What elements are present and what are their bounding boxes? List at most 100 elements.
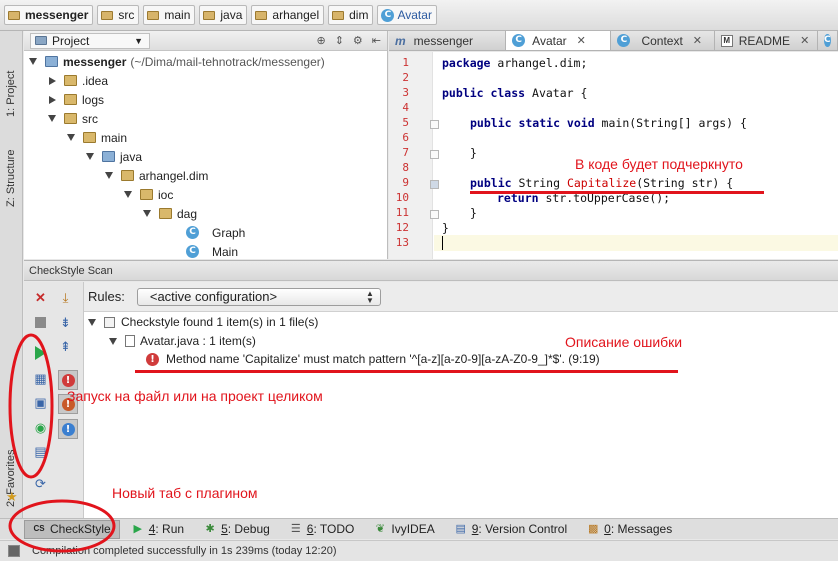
breadcrumb-label: main bbox=[164, 8, 191, 22]
check-all-files-icon[interactable]: ▤ bbox=[32, 443, 49, 460]
check-module-icon[interactable]: ▦ bbox=[32, 370, 49, 387]
tool-window-label: IvyIDEA bbox=[391, 522, 435, 536]
tool-window-todo[interactable]: ☰ 6: TODO bbox=[282, 520, 363, 539]
chevron-down-icon: ▼ bbox=[134, 35, 143, 46]
tab-context[interactable]: C Context ✕ bbox=[611, 31, 715, 50]
breadcrumb-messenger[interactable]: messenger bbox=[4, 5, 94, 25]
panel-title-label: CheckStyle Scan bbox=[29, 264, 113, 277]
breadcrumb-java[interactable]: java bbox=[199, 5, 248, 25]
tree-item-main-class[interactable]: C Main bbox=[186, 242, 238, 259]
tab-structure[interactable]: Z: Structure bbox=[3, 125, 19, 207]
collapse-icon[interactable]: ⇕ bbox=[335, 34, 344, 47]
check-project-icon[interactable]: ▣ bbox=[32, 394, 49, 411]
close-tab-icon[interactable]: ✕ bbox=[693, 34, 702, 47]
expand-arrow-icon[interactable] bbox=[105, 172, 113, 179]
check-changed-icon[interactable]: ◉ bbox=[32, 419, 49, 436]
collapse-all-icon[interactable]: ⇞ bbox=[57, 338, 74, 355]
tree-item-path: (~/Dima/mail-tehnotrack/messenger) bbox=[130, 54, 325, 69]
tree-item-graph[interactable]: C Graph bbox=[186, 223, 245, 242]
star-icon: ★ bbox=[6, 489, 18, 504]
annotation-error-note: Описание ошибки bbox=[565, 334, 683, 350]
download-icon[interactable]: ⤓ bbox=[57, 289, 74, 306]
tab-readme[interactable]: M README ✕ bbox=[715, 31, 818, 50]
breadcrumb-dim[interactable]: dim bbox=[328, 5, 374, 25]
result-summary-row[interactable]: Checkstyle found 1 item(s) in 1 file(s) bbox=[88, 315, 318, 329]
folder-icon bbox=[64, 113, 77, 124]
java-file-icon bbox=[125, 335, 135, 347]
refresh-icon[interactable]: ⟳ bbox=[32, 475, 49, 492]
expand-arrow-icon[interactable] bbox=[88, 318, 96, 326]
tab-avatar[interactable]: C Avatar ✕ bbox=[506, 31, 612, 50]
close-tab-icon[interactable]: ✕ bbox=[800, 34, 809, 47]
tab-project-label: 1: Project bbox=[5, 70, 17, 117]
tool-windows-toggle-icon[interactable] bbox=[8, 545, 20, 557]
expand-arrow-icon[interactable] bbox=[67, 134, 75, 141]
tree-item-dag[interactable]: dag bbox=[143, 204, 197, 223]
stop-icon bbox=[35, 317, 46, 328]
result-message-row[interactable]: ! Method name 'Capitalize' must match pa… bbox=[146, 352, 600, 366]
tab-overflow[interactable]: C bbox=[818, 31, 838, 50]
tab-project[interactable]: 1: Project bbox=[3, 37, 19, 117]
rules-select[interactable]: <active configuration> ▲ ▼ bbox=[136, 287, 381, 306]
close-tab-icon[interactable]: ✕ bbox=[577, 34, 586, 47]
tool-window-shortcut: 9 bbox=[471, 522, 479, 536]
expand-arrow-icon[interactable] bbox=[124, 191, 132, 198]
tree-item-java[interactable]: java bbox=[86, 147, 142, 166]
fold-marker-icon[interactable] bbox=[430, 180, 439, 189]
tree-item-arhangel-dim[interactable]: arhangel.dim bbox=[105, 166, 208, 185]
markdown-icon: M bbox=[720, 34, 733, 47]
fold-marker-icon[interactable] bbox=[430, 150, 439, 159]
crosshair-icon[interactable]: ⊕ bbox=[316, 34, 325, 47]
error-identifier[interactable]: Capitalize bbox=[567, 176, 636, 190]
project-panel-header: Project ▼ ⊕ ⇕ ⚙ ⇤ bbox=[24, 31, 387, 51]
error-icon: ! bbox=[61, 373, 75, 387]
expand-arrow-icon[interactable] bbox=[86, 153, 94, 160]
folder-icon bbox=[203, 10, 216, 20]
breadcrumb-label: arhangel bbox=[272, 8, 320, 22]
tree-item-messenger[interactable]: messenger (~/Dima/mail-tehnotrack/messen… bbox=[29, 52, 325, 71]
result-file-row[interactable]: Avatar.java : 1 item(s) bbox=[109, 334, 256, 348]
gear-icon[interactable]: ⚙ bbox=[353, 34, 363, 47]
hide-panel-icon[interactable]: ⇤ bbox=[372, 34, 381, 47]
tree-item-ioc[interactable]: ioc bbox=[124, 185, 173, 204]
tree-item-src[interactable]: src bbox=[48, 109, 98, 128]
collapsed-arrow-icon[interactable] bbox=[49, 95, 56, 104]
tool-window-label: : Run bbox=[155, 522, 185, 536]
expand-arrow-icon[interactable] bbox=[29, 58, 37, 65]
keyword: package bbox=[442, 56, 491, 70]
tool-window-label: : Version Control bbox=[478, 522, 568, 536]
code-line-5: public static void main(String[] args) { bbox=[470, 116, 747, 130]
checkstyle-icon: CS bbox=[33, 524, 45, 533]
error-icon: ! bbox=[146, 352, 159, 366]
breadcrumb-main[interactable]: main bbox=[143, 5, 196, 25]
breadcrumb-avatar[interactable]: C Avatar bbox=[377, 5, 437, 25]
breadcrumb-arhangel[interactable]: arhangel bbox=[251, 5, 325, 25]
tool-window-debug[interactable]: ✱ 5: Debug bbox=[196, 520, 278, 539]
tool-window-checkstyle[interactable]: CS CheckStyle bbox=[24, 519, 120, 539]
line-number: 6 bbox=[402, 131, 409, 144]
run-check-button[interactable] bbox=[32, 344, 49, 361]
expand-all-icon[interactable]: ⇟ bbox=[57, 314, 74, 331]
fold-marker-icon[interactable] bbox=[430, 210, 439, 219]
tree-item-label: main bbox=[101, 130, 128, 145]
filter-info-button[interactable]: ! bbox=[58, 419, 78, 439]
expand-arrow-icon[interactable] bbox=[48, 115, 56, 122]
tool-window-ivyidea[interactable]: ❦ IvyIDEA bbox=[366, 520, 442, 539]
project-view-selector[interactable]: Project ▼ bbox=[30, 32, 150, 49]
fold-marker-icon[interactable] bbox=[430, 120, 439, 129]
tree-item-logs[interactable]: logs bbox=[48, 90, 104, 109]
tree-item-idea[interactable]: .idea bbox=[48, 71, 108, 90]
expand-arrow-icon[interactable] bbox=[109, 337, 117, 345]
breadcrumb-src[interactable]: src bbox=[97, 5, 140, 25]
tool-window-run[interactable]: ▶ 4: Run bbox=[124, 520, 192, 539]
expand-arrow-icon[interactable] bbox=[143, 210, 151, 217]
filter-errors-button[interactable]: ! bbox=[58, 370, 78, 390]
close-icon[interactable]: ✕ bbox=[32, 289, 49, 306]
collapsed-arrow-icon[interactable] bbox=[49, 76, 56, 85]
tree-item-label: .idea bbox=[82, 73, 109, 88]
tool-window-messages[interactable]: ▩ 0: Messages bbox=[579, 520, 680, 539]
tree-item-main[interactable]: main bbox=[67, 128, 127, 147]
tab-messenger[interactable]: m messenger bbox=[389, 31, 507, 50]
tool-window-version-control[interactable]: ▤ 9: Version Control bbox=[447, 520, 575, 539]
stop-button[interactable] bbox=[32, 314, 49, 331]
